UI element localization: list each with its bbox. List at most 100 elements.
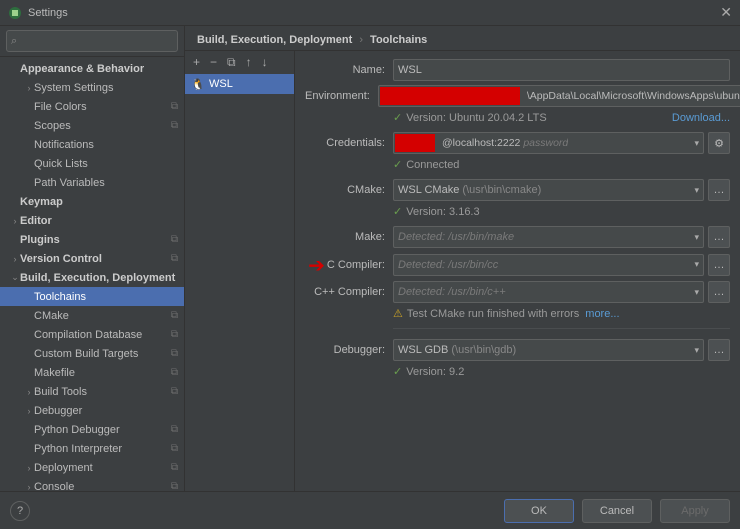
env-version: Version: Ubuntu 20.04.2 LTS: [406, 112, 546, 124]
sidebar-item[interactable]: ›Debugger: [0, 401, 184, 420]
sidebar-item[interactable]: ›System Settings: [0, 78, 184, 97]
make-browse-button[interactable]: …: [708, 226, 730, 248]
cc-browse-button[interactable]: …: [708, 254, 730, 276]
sidebar-item[interactable]: Quick Lists: [0, 154, 184, 173]
sidebar-item[interactable]: ›Version Control⧉: [0, 249, 184, 268]
ok-button[interactable]: OK: [504, 499, 574, 523]
sidebar-item-label: Version Control: [20, 253, 167, 265]
row-cmake: CMake: WSL CMake (\usr\bin\cmake) ▾ …: [305, 179, 730, 201]
name-label: Name:: [305, 64, 385, 76]
dbg-value: WSL GDB: [398, 344, 448, 356]
add-toolchain-icon[interactable]: +: [193, 55, 200, 70]
name-input[interactable]: WSL: [393, 59, 730, 81]
project-scope-icon: ⧉: [171, 253, 178, 264]
remove-toolchain-icon[interactable]: −: [210, 55, 217, 70]
move-down-icon[interactable]: ↓: [262, 55, 268, 70]
sidebar-item-label: Keymap: [20, 196, 178, 208]
sidebar-item[interactable]: ⌄Build, Execution, Deployment: [0, 268, 184, 287]
cmake-browse-button[interactable]: …: [708, 179, 730, 201]
cxx-combo[interactable]: Detected: /usr/bin/c++▾: [393, 281, 704, 303]
sidebar-item[interactable]: Toolchains: [0, 287, 184, 306]
env-path: \AppData\Local\Microsoft\WindowsApps\ubu…: [527, 90, 740, 102]
check-icon: ✓: [393, 158, 402, 171]
sidebar-item[interactable]: ›Editor: [0, 211, 184, 230]
sidebar-item-label: Appearance & Behavior: [20, 63, 178, 75]
penguin-icon: 🐧: [191, 77, 205, 91]
download-link[interactable]: Download...: [672, 112, 730, 124]
warning-icon: ⚠: [393, 307, 403, 320]
sidebar-item[interactable]: Appearance & Behavior: [0, 59, 184, 78]
project-scope-icon: ⧉: [171, 386, 178, 397]
sidebar-item[interactable]: Compilation Database⧉: [0, 325, 184, 344]
dbg-label: Debugger:: [305, 344, 385, 356]
row-debugger: Debugger: WSL GDB (\usr\bin\gdb) ▾ …: [305, 339, 730, 361]
sidebar-item-label: Quick Lists: [34, 158, 178, 170]
sidebar-item-label: System Settings: [34, 82, 178, 94]
search-icon: ⌕: [11, 35, 17, 48]
sidebar-item[interactable]: CMake⧉: [0, 306, 184, 325]
copy-toolchain-icon[interactable]: ⧉: [227, 55, 236, 70]
sidebar-item[interactable]: Python Interpreter⧉: [0, 439, 184, 458]
search-wrap: ⌕: [0, 26, 184, 57]
apply-button[interactable]: Apply: [660, 499, 730, 523]
cred-combo[interactable]: @localhost:2222 password ▾: [393, 132, 704, 154]
app-icon: [8, 6, 22, 20]
tree-chevron-icon: ›: [24, 83, 34, 93]
main-panel: Build, Execution, Deployment › Toolchain…: [185, 26, 740, 491]
cc-placeholder: Detected: /usr/bin/cc: [398, 259, 498, 271]
breadcrumb-group: Build, Execution, Deployment: [197, 34, 352, 46]
cmake-combo[interactable]: WSL CMake (\usr\bin\cmake) ▾: [393, 179, 704, 201]
settings-sidebar: ⌕ Appearance & Behavior›System SettingsF…: [0, 26, 185, 491]
search-input[interactable]: [21, 35, 173, 47]
tree-chevron-icon: ›: [24, 482, 34, 492]
sidebar-item[interactable]: ›Build Tools⧉: [0, 382, 184, 401]
cred-settings-button[interactable]: ⚙: [708, 132, 730, 154]
chevron-down-icon: ▾: [694, 232, 699, 243]
sidebar-item-label: Editor: [20, 215, 178, 227]
dbg-version: Version: 9.2: [406, 366, 464, 378]
cxx-label: C++ Compiler:: [305, 286, 385, 298]
sidebar-item[interactable]: Scopes⧉: [0, 116, 184, 135]
search-field[interactable]: ⌕: [6, 30, 178, 52]
move-up-icon[interactable]: ↑: [246, 55, 252, 70]
footer: ? OK Cancel Apply: [0, 491, 740, 529]
row-make: Make: Detected: /usr/bin/make▾ …: [305, 226, 730, 248]
sidebar-item[interactable]: Keymap: [0, 192, 184, 211]
more-link[interactable]: more...: [585, 308, 619, 320]
sidebar-item[interactable]: ›Deployment⧉: [0, 458, 184, 477]
sidebar-item-label: Plugins: [20, 234, 167, 246]
sidebar-item[interactable]: Python Debugger⧉: [0, 420, 184, 439]
sidebar-item[interactable]: Notifications: [0, 135, 184, 154]
toolchain-form: Name: WSL Environment: \AppData\Local\Mi…: [295, 51, 740, 491]
dbg-combo[interactable]: WSL GDB (\usr\bin\gdb) ▾: [393, 339, 704, 361]
toolchain-list-item[interactable]: 🐧 WSL: [185, 74, 294, 94]
sidebar-item-label: Deployment: [34, 462, 167, 474]
sidebar-item[interactable]: Custom Build Targets⧉: [0, 344, 184, 363]
help-button[interactable]: ?: [10, 501, 30, 521]
sidebar-item[interactable]: Makefile⧉: [0, 363, 184, 382]
sidebar-item-label: Notifications: [34, 139, 178, 151]
sidebar-item-label: Path Variables: [34, 177, 178, 189]
make-placeholder: Detected: /usr/bin/make: [398, 231, 514, 243]
project-scope-icon: ⧉: [171, 367, 178, 378]
cmake-label: CMake:: [305, 184, 385, 196]
cc-combo[interactable]: Detected: /usr/bin/cc▾: [393, 254, 704, 276]
close-icon[interactable]: ✕: [720, 4, 732, 21]
sidebar-item[interactable]: File Colors⧉: [0, 97, 184, 116]
check-icon: ✓: [393, 365, 402, 378]
cancel-button[interactable]: Cancel: [582, 499, 652, 523]
env-combo[interactable]: \AppData\Local\Microsoft\WindowsApps\ubu…: [378, 85, 740, 107]
list-toolbar: + − ⧉ ↑ ↓: [185, 51, 294, 74]
toolchain-list[interactable]: 🐧 WSL: [185, 74, 294, 491]
cxx-browse-button[interactable]: …: [708, 281, 730, 303]
project-scope-icon: ⧉: [171, 120, 178, 131]
sidebar-item[interactable]: ›Console⧉: [0, 477, 184, 491]
sidebar-item[interactable]: Path Variables: [0, 173, 184, 192]
settings-tree[interactable]: Appearance & Behavior›System SettingsFil…: [0, 57, 184, 491]
dbg-browse-button[interactable]: …: [708, 339, 730, 361]
sidebar-item[interactable]: Plugins⧉: [0, 230, 184, 249]
cxx-warning: Test CMake run finished with errors: [407, 308, 579, 320]
project-scope-icon: ⧉: [171, 101, 178, 112]
make-combo[interactable]: Detected: /usr/bin/make ▾: [393, 226, 704, 248]
row-name: Name: WSL: [305, 59, 730, 81]
